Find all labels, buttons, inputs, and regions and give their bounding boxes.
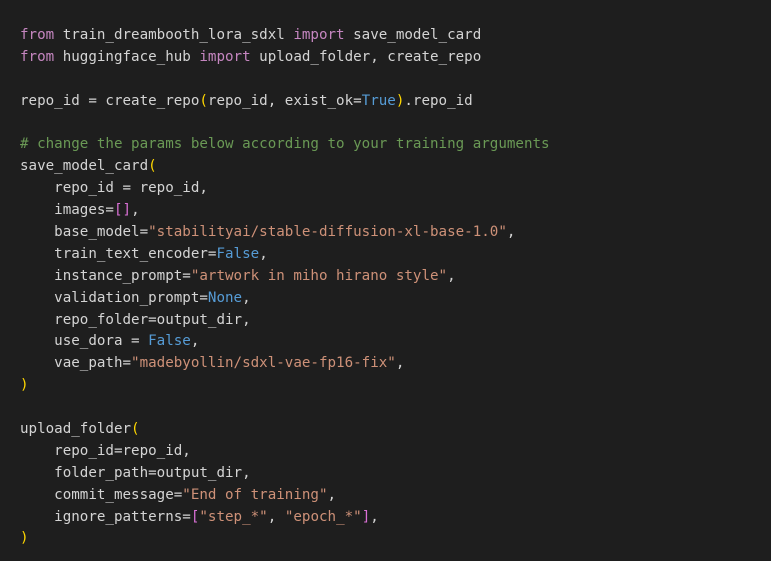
code-token-plain: commit_message= [20, 486, 183, 503]
code-token-plain: , [506, 224, 516, 241]
code-line: use_dora = False, [20, 331, 771, 353]
code-token-keyword: import [293, 27, 345, 43]
code-token-plain: save_model_card [20, 158, 149, 175]
code-token-plain: , [447, 267, 456, 284]
code-line: base_model="stabilityai/stable-diffusion… [20, 222, 771, 244]
code-token-plain: upload_folder [20, 421, 132, 438]
code-token-plain: , [395, 355, 405, 372]
code-token-plain: use_dora = [20, 333, 149, 350]
code-line: train_text_encoder=False, [20, 244, 771, 266]
code-block: from train_dreambooth_lora_sdxl import s… [0, 0, 771, 561]
code-token-const: False [216, 245, 260, 262]
code-token-plain: validation_prompt= [20, 289, 208, 306]
code-token-string: "step_*" [199, 508, 268, 525]
code-token-plain: repo_id=repo_id, [20, 442, 191, 459]
code-token-string: "madebyollin/sdxl-vae-fp16-fix" [131, 355, 396, 372]
code-token-string: "artwork in miho hirano style" [190, 267, 448, 284]
code-line: repo_id=repo_id, [20, 441, 771, 463]
code-line: # change the params below according to y… [20, 134, 771, 156]
code-token-paren: ( [131, 421, 140, 438]
code-line: ) [20, 375, 771, 397]
code-token-plain: , [242, 289, 251, 306]
code-token-string: "epoch_*" [284, 508, 362, 525]
code-line: commit_message="End of training", [20, 485, 771, 507]
code-token-paren: ( [199, 92, 208, 109]
code-token-plain: , [131, 202, 140, 219]
code-line: repo_id = repo_id, [20, 178, 771, 200]
code-line: repo_folder=output_dir, [20, 310, 771, 332]
code-token-const: False [148, 333, 191, 350]
code-token-plain: repo_id = repo_id, [20, 180, 208, 197]
code-token-plain: ignore_patterns= [20, 508, 191, 525]
code-token-plain: train_dreambooth_lora_sdxl [54, 27, 294, 43]
code-token-string: "stabilityai/stable-diffusion-xl-base-1.… [148, 224, 507, 241]
code-token-plain: save_model_card [344, 27, 482, 43]
code-token-bracket: ] [361, 508, 371, 525]
code-token-plain: repo_id, exist_ok= [207, 92, 362, 109]
code-token-paren: ) [20, 530, 29, 547]
code-token-plain: , [267, 508, 285, 525]
code-token-const: None [207, 289, 243, 306]
code-token-bracket: [] [113, 202, 132, 219]
code-token-keyword: from [20, 48, 55, 65]
code-token-plain: .repo_id [404, 92, 473, 109]
code-token-plain: , [190, 333, 200, 350]
code-token-paren: ( [148, 158, 157, 175]
code-token-plain: huggingface_hub [54, 48, 200, 65]
code-token-plain: , [259, 245, 268, 262]
code-token-keyword: import [199, 48, 251, 65]
code-line: repo_id = create_repo(repo_id, exist_ok=… [20, 91, 771, 113]
code-token-plain: folder_path=output_dir, [20, 464, 251, 481]
code-token-plain: vae_path= [20, 355, 132, 372]
code-token-plain: , [327, 486, 337, 503]
code-token-plain: train_text_encoder= [20, 245, 217, 262]
code-line: validation_prompt=None, [20, 288, 771, 310]
code-token-comment: # change the params below according to y… [20, 136, 550, 153]
code-token-paren: ) [20, 377, 29, 394]
code-lines: from train_dreambooth_lora_sdxl import s… [20, 25, 771, 550]
code-line: from train_dreambooth_lora_sdxl import s… [20, 25, 771, 47]
code-line: save_model_card( [20, 156, 771, 178]
code-line: folder_path=output_dir, [20, 463, 771, 485]
code-token-keyword: from [20, 27, 55, 43]
code-token-plain: instance_prompt= [20, 267, 191, 284]
code-token-plain: images= [20, 202, 114, 219]
code-line: upload_folder( [20, 419, 771, 441]
code-token-plain: upload_folder, create_repo [250, 48, 482, 65]
code-token-string: "End of training" [182, 486, 328, 503]
code-line: ) [20, 528, 771, 550]
code-line: ignore_patterns=["step_*", "epoch_*"], [20, 507, 771, 529]
code-token-plain: base_model= [20, 224, 149, 241]
code-token-const: True [361, 92, 396, 109]
code-line: from huggingface_hub import upload_folde… [20, 47, 771, 69]
code-line: instance_prompt="artwork in miho hirano … [20, 266, 771, 288]
code-token-plain: repo_id = create_repo [20, 92, 200, 109]
code-token-plain: , [370, 508, 379, 525]
code-token-plain: repo_folder=output_dir, [20, 311, 251, 328]
code-line: vae_path="madebyollin/sdxl-vae-fp16-fix"… [20, 353, 771, 375]
code-line: images=[], [20, 200, 771, 222]
